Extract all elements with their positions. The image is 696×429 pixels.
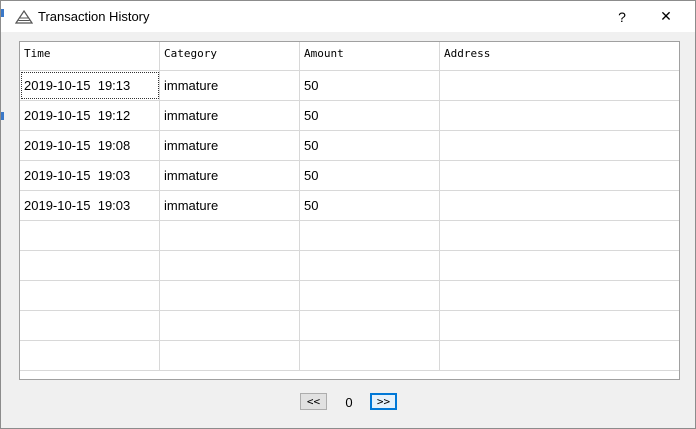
cell-time[interactable] xyxy=(20,311,160,340)
cell-address[interactable] xyxy=(440,311,679,340)
help-button[interactable]: ? xyxy=(599,1,645,32)
transactions-table[interactable]: Time Category Amount Address 2019-10-15 … xyxy=(19,41,680,380)
double-chevron-right-icon: >> xyxy=(377,395,390,408)
next-page-button[interactable]: >> xyxy=(370,393,397,410)
cell-category[interactable] xyxy=(160,251,300,280)
cell-amount[interactable]: 50 xyxy=(300,71,440,100)
cell-address[interactable] xyxy=(440,251,679,280)
cell-category[interactable] xyxy=(160,341,300,370)
column-header-category[interactable]: Category xyxy=(160,42,300,70)
cell-amount[interactable]: 50 xyxy=(300,191,440,220)
page-number: 0 xyxy=(339,395,359,410)
table-header: Time Category Amount Address xyxy=(20,42,679,70)
cell-address[interactable] xyxy=(440,221,679,250)
cell-time[interactable] xyxy=(20,251,160,280)
cell-amount[interactable] xyxy=(300,221,440,250)
table-row[interactable] xyxy=(20,340,679,370)
table-bottom-strip xyxy=(20,370,679,380)
table-row[interactable]: 2019-10-15 19:12 immature 50 xyxy=(20,100,679,130)
cell-category[interactable]: immature xyxy=(160,71,300,100)
cell-time[interactable]: 2019-10-15 19:03 xyxy=(20,191,160,220)
cell-amount[interactable] xyxy=(300,281,440,310)
column-header-amount[interactable]: Amount xyxy=(300,42,440,70)
background-window-edge xyxy=(1,9,4,17)
table-row[interactable] xyxy=(20,280,679,310)
cell-category[interactable]: immature xyxy=(160,131,300,160)
cell-amount[interactable]: 50 xyxy=(300,161,440,190)
table-row[interactable]: 2019-10-15 19:03 immature 50 xyxy=(20,160,679,190)
cell-category[interactable] xyxy=(160,281,300,310)
window-title: Transaction History xyxy=(38,9,150,24)
cell-category[interactable]: immature xyxy=(160,101,300,130)
cell-address[interactable] xyxy=(440,341,679,370)
close-button[interactable]: ✕ xyxy=(643,1,689,32)
cell-category[interactable]: immature xyxy=(160,191,300,220)
cell-category[interactable] xyxy=(160,311,300,340)
table-row[interactable] xyxy=(20,250,679,280)
table-row[interactable]: 2019-10-15 19:03 immature 50 xyxy=(20,190,679,220)
cell-time[interactable] xyxy=(20,221,160,250)
transaction-history-dialog: Transaction History ? ✕ Time Category Am… xyxy=(0,0,696,429)
table-row[interactable]: 2019-10-15 19:13 immature 50 xyxy=(20,70,679,100)
column-header-address[interactable]: Address xyxy=(440,42,679,70)
cell-time[interactable] xyxy=(20,341,160,370)
title-bar: Transaction History ? ✕ xyxy=(1,1,695,32)
background-window-edge xyxy=(1,112,4,120)
app-logo-icon xyxy=(15,10,33,24)
cell-time[interactable]: 2019-10-15 19:12 xyxy=(20,101,160,130)
cell-address[interactable] xyxy=(440,101,679,130)
pagination: << 0 >> xyxy=(1,393,696,413)
cell-address[interactable] xyxy=(440,281,679,310)
column-header-time[interactable]: Time xyxy=(20,42,160,70)
cell-amount[interactable]: 50 xyxy=(300,131,440,160)
table-row[interactable] xyxy=(20,310,679,340)
cell-category[interactable]: immature xyxy=(160,161,300,190)
cell-amount[interactable]: 50 xyxy=(300,101,440,130)
help-icon: ? xyxy=(618,9,626,25)
previous-page-button[interactable]: << xyxy=(300,393,327,410)
cell-address[interactable] xyxy=(440,191,679,220)
table-row[interactable] xyxy=(20,220,679,250)
cell-address[interactable] xyxy=(440,161,679,190)
cell-time[interactable]: 2019-10-15 19:08 xyxy=(20,131,160,160)
cell-category[interactable] xyxy=(160,221,300,250)
cell-amount[interactable] xyxy=(300,311,440,340)
cell-amount[interactable] xyxy=(300,341,440,370)
cell-address[interactable] xyxy=(440,131,679,160)
table-row[interactable]: 2019-10-15 19:08 immature 50 xyxy=(20,130,679,160)
cell-time[interactable]: 2019-10-15 19:13 xyxy=(20,71,160,100)
close-icon: ✕ xyxy=(660,8,672,25)
cell-time[interactable]: 2019-10-15 19:03 xyxy=(20,161,160,190)
double-chevron-left-icon: << xyxy=(307,395,320,408)
cell-time[interactable] xyxy=(20,281,160,310)
cell-address[interactable] xyxy=(440,71,679,100)
cell-amount[interactable] xyxy=(300,251,440,280)
